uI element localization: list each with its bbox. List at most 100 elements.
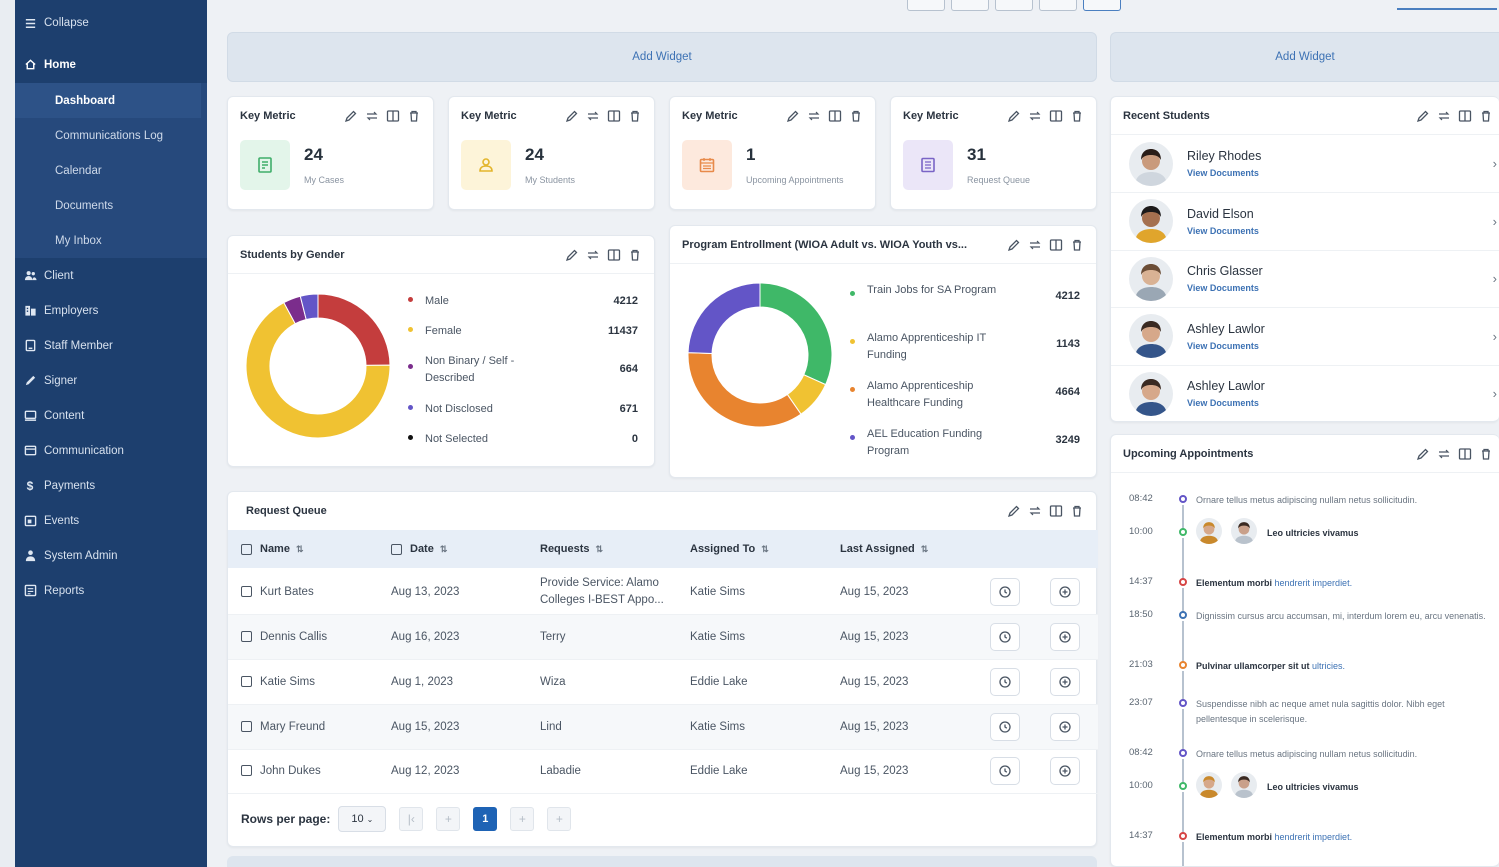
sidebar-item-my-inbox[interactable]: My Inbox	[15, 223, 207, 258]
toolbar-button[interactable]	[951, 0, 989, 11]
columns-icon[interactable]	[1049, 238, 1063, 252]
sidebar-item-calendar[interactable]: Calendar	[15, 153, 207, 188]
donut-slice[interactable]	[687, 352, 802, 428]
columns-icon[interactable]	[828, 109, 842, 123]
page-button-current[interactable]: 1	[473, 807, 498, 831]
checkbox[interactable]	[391, 543, 402, 555]
swap-icon[interactable]	[1028, 109, 1042, 123]
view-documents-link[interactable]: View Documents	[1187, 341, 1265, 351]
trash-icon[interactable]	[1070, 504, 1084, 518]
donut-slice[interactable]	[759, 282, 833, 386]
view-documents-link[interactable]: View Documents	[1187, 226, 1259, 236]
donut-slice[interactable]	[687, 282, 761, 354]
sidebar-item-reports[interactable]: Reports	[15, 573, 207, 608]
sidebar-item-staff-member[interactable]: Staff Member	[15, 328, 207, 363]
history-button[interactable]	[990, 623, 1020, 651]
history-button[interactable]	[990, 757, 1020, 785]
history-button[interactable]	[990, 713, 1020, 741]
student-list-item[interactable]: Ashley Lawlor View Documents ›	[1111, 308, 1499, 366]
view-documents-link[interactable]: View Documents	[1187, 168, 1261, 178]
table-row[interactable]: Katie Sims Aug 1, 2023 Wiza Eddie Lake Aug 1…	[228, 660, 1098, 705]
edit-icon[interactable]	[786, 109, 800, 123]
trash-icon[interactable]	[407, 109, 421, 123]
chevron-right-icon[interactable]: ›	[1493, 214, 1497, 229]
swap-icon[interactable]	[365, 109, 379, 123]
rows-per-page-select[interactable]: 10 ⌄	[338, 806, 387, 832]
row-checkbox[interactable]	[241, 586, 252, 598]
appointment-link[interactable]: hendrerit imperdiet.	[1275, 578, 1353, 588]
previous-page-button[interactable]: +	[436, 807, 461, 831]
view-documents-link[interactable]: View Documents	[1187, 398, 1265, 408]
add-button[interactable]	[1050, 713, 1080, 741]
edit-icon[interactable]	[1007, 238, 1021, 252]
edit-icon[interactable]	[1007, 109, 1021, 123]
chevron-right-icon[interactable]: ›	[1493, 271, 1497, 286]
edit-icon[interactable]	[344, 109, 358, 123]
appointment-link[interactable]: hendrerit imperdiet.	[1275, 832, 1353, 842]
sidebar-item-dashboard[interactable]: Dashboard	[15, 83, 201, 118]
trash-icon[interactable]	[628, 109, 642, 123]
sidebar-item-signer[interactable]: Signer	[15, 363, 207, 398]
table-row[interactable]: John Dukes Aug 12, 2023 Labadie Eddie Lake A…	[228, 749, 1098, 794]
table-row[interactable]: Mary Freund Aug 15, 2023 Lind Katie Sims Aug…	[228, 705, 1098, 750]
sidebar-item-content[interactable]: Content	[15, 398, 207, 433]
trash-icon[interactable]	[1479, 109, 1493, 123]
toolbar-button[interactable]	[995, 0, 1033, 11]
appointment-link[interactable]: ultricies.	[1312, 661, 1345, 671]
select-all-checkbox[interactable]	[241, 543, 252, 555]
columns-icon[interactable]	[1049, 504, 1063, 518]
add-button[interactable]	[1050, 578, 1080, 606]
student-list-item[interactable]: Riley Rhodes View Documents ›	[1111, 135, 1499, 193]
trash-icon[interactable]	[1479, 447, 1493, 461]
sidebar-item-documents[interactable]: Documents	[15, 188, 207, 223]
history-button[interactable]	[990, 578, 1020, 606]
trash-icon[interactable]	[849, 109, 863, 123]
edit-icon[interactable]	[1416, 447, 1430, 461]
add-widget-button-left[interactable]: Add Widget	[227, 32, 1097, 82]
columns-icon[interactable]	[1458, 447, 1472, 461]
swap-icon[interactable]	[807, 109, 821, 123]
toolbar-button[interactable]	[1039, 0, 1077, 11]
row-checkbox[interactable]	[241, 765, 252, 777]
history-button[interactable]	[990, 668, 1020, 696]
column-header-requests[interactable]: Requests ⇅	[540, 543, 603, 555]
table-row[interactable]: Dennis Callis Aug 16, 2023 Terry Katie Sims…	[228, 615, 1098, 660]
donut-slice[interactable]	[317, 293, 391, 366]
trash-icon[interactable]	[1070, 109, 1084, 123]
swap-icon[interactable]	[1437, 447, 1451, 461]
toolbar-button[interactable]	[907, 0, 945, 11]
columns-icon[interactable]	[1049, 109, 1063, 123]
table-row[interactable]: Kurt Bates Aug 13, 2023 Provide Service: A…	[228, 570, 1098, 615]
next-page-button[interactable]: +	[510, 807, 535, 831]
chevron-right-icon[interactable]: ›	[1493, 329, 1497, 344]
column-header-assigned-to[interactable]: Assigned To ⇅	[690, 543, 769, 555]
row-checkbox[interactable]	[241, 631, 252, 643]
columns-icon[interactable]	[607, 248, 621, 262]
edit-icon[interactable]	[1007, 504, 1021, 518]
last-page-button[interactable]: +	[547, 807, 572, 831]
student-list-item[interactable]: Ashley Lawlor View Documents ›	[1111, 365, 1499, 421]
sidebar-item-communication[interactable]: Communication	[15, 433, 207, 468]
collapse-button[interactable]: Collapse	[15, 0, 207, 46]
column-header-date[interactable]: Date ⇅	[391, 543, 447, 555]
sidebar-item-home[interactable]: Home	[15, 46, 207, 83]
column-header-last-assigned[interactable]: Last Assigned ⇅	[840, 543, 928, 555]
add-widget-button-right[interactable]: Add Widget	[1110, 32, 1499, 82]
trash-icon[interactable]	[628, 248, 642, 262]
swap-icon[interactable]	[1028, 504, 1042, 518]
columns-icon[interactable]	[386, 109, 400, 123]
chevron-right-icon[interactable]: ›	[1493, 386, 1497, 401]
swap-icon[interactable]	[586, 109, 600, 123]
add-button[interactable]	[1050, 757, 1080, 785]
columns-icon[interactable]	[1458, 109, 1472, 123]
row-checkbox[interactable]	[241, 676, 252, 688]
sidebar-item-client[interactable]: Client	[15, 258, 207, 293]
trash-icon[interactable]	[1070, 238, 1084, 252]
sidebar-item-communications-log[interactable]: Communications Log	[15, 118, 207, 153]
sidebar-item-system-admin[interactable]: System Admin	[15, 538, 207, 573]
student-list-item[interactable]: Chris Glasser View Documents ›	[1111, 250, 1499, 308]
add-button[interactable]	[1050, 623, 1080, 651]
chevron-right-icon[interactable]: ›	[1493, 156, 1497, 171]
view-documents-link[interactable]: View Documents	[1187, 283, 1263, 293]
column-header-name[interactable]: Name ⇅	[241, 543, 304, 555]
